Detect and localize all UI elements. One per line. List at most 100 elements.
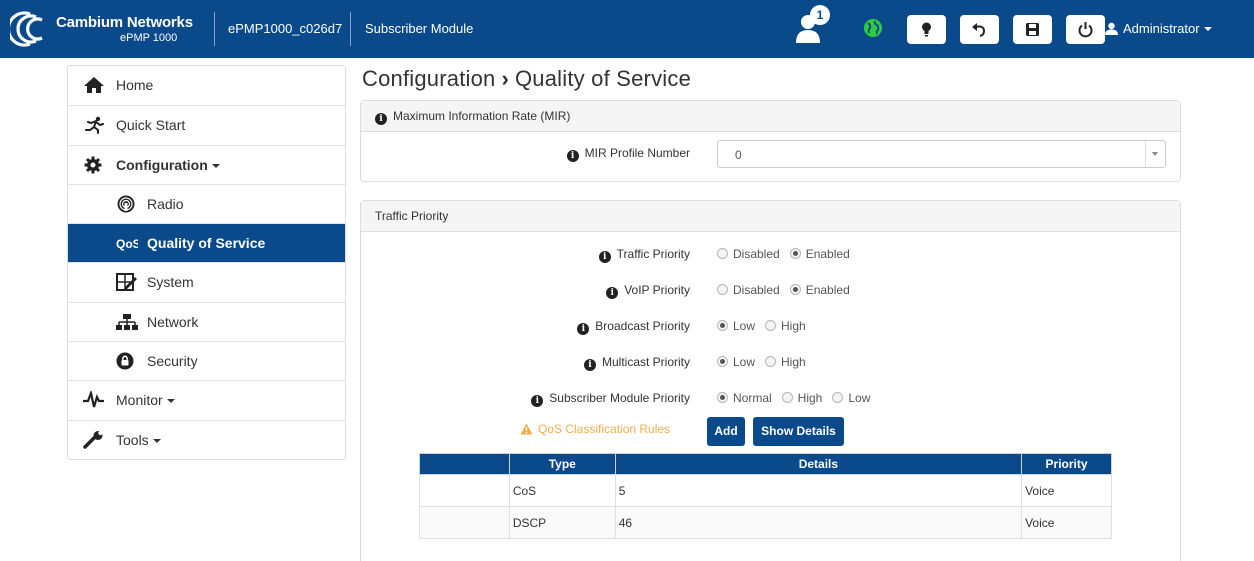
sidebar-item-label: Home [116,77,154,93]
chevron-right-icon: › [501,66,509,91]
add-rule-button[interactable]: Add [707,417,745,446]
sidebar-item-home[interactable]: Home [68,66,345,105]
svg-text:QoS: QoS [116,237,138,251]
field-label: i VoIP Priority [606,283,690,299]
column-header-priority: Priority [1021,453,1112,475]
radio-button-checked-icon [789,248,801,259]
sidebar-item-quick-start[interactable]: Quick Start [68,105,345,144]
sidebar-item-configuration[interactable]: Configuration [68,144,345,184]
brand[interactable]: Cambium Networks ePMP 1000 [10,8,205,50]
sidebar-item-label: Radio [147,195,184,212]
lightbulb-button[interactable] [907,15,946,44]
device-mode: Subscriber Module [365,21,474,36]
sidebar-item-label: System [147,274,194,291]
broadcast-priority-row: i Broadcast Priority Low High [361,314,1182,338]
radio-button-icon [765,320,777,331]
brand-model: ePMP 1000 [120,32,178,44]
mir-panel-heading: i Maximum Information Rate (MIR) [361,101,1180,132]
brand-name: Cambium Networks [56,14,193,31]
radio-enabled[interactable]: Enabled [789,283,850,297]
home-icon [84,77,104,93]
details-cell: 5 [614,474,1023,507]
priority-cell: Voice [1021,506,1112,539]
save-icon [1026,23,1039,36]
radio-button-checked-icon [717,392,728,403]
row-select-cell[interactable] [419,506,510,539]
radio-low[interactable]: Low [717,319,755,333]
sidebar: Home Quick Start Configuration Radio QoS… [67,65,346,460]
system-icon [116,273,137,292]
lock-icon [116,352,134,370]
radio-disabled[interactable]: Disabled [717,247,780,261]
traffic-priority-panel: Traffic Priority i Traffic Priority Disab… [360,200,1181,561]
save-button[interactable] [1013,15,1052,44]
mir-profile-value: 0 [735,148,742,162]
undo-button[interactable] [960,15,999,44]
qos-rules-label: QoS Classification Rules [520,422,670,436]
power-button[interactable] [1066,15,1105,44]
sidebar-item-label: Network [147,313,199,330]
qos-icon: QoS [116,237,138,251]
divider [214,12,215,46]
chevron-down-icon [166,399,175,404]
undo-icon [972,23,986,37]
row-select-cell[interactable] [419,474,510,507]
radio-normal[interactable]: Normal [717,391,772,405]
mir-profile-label: i MIR Profile Number [566,146,690,162]
radio-low[interactable]: Low [717,355,755,369]
sm-priority-row: i Subscriber Module Priority Normal High Lo… [361,386,1182,410]
sidebar-item-network[interactable]: Network [68,301,345,341]
power-icon [1078,22,1093,38]
radio-group: Disabled Enabled [717,283,860,297]
sidebar-item-tools[interactable]: Tools [68,419,345,459]
mir-profile-select[interactable]: 0 [717,140,1166,168]
info-icon[interactable]: i [375,113,387,125]
chevron-down-icon [1145,141,1165,167]
table-row[interactable]: CoS 5 Voice [419,474,1112,507]
radio-low[interactable]: Low [832,391,870,405]
details-cell: 46 [614,506,1023,539]
type-cell: CoS [508,474,616,507]
field-label: i Traffic Priority [598,247,690,263]
table-row[interactable]: DSCP 46 Voice [419,506,1112,539]
traffic-priority-row: i Traffic Priority Disabled Enabled [361,242,1182,266]
sidebar-item-monitor[interactable]: Monitor [68,380,345,419]
field-label: i Subscriber Module Priority [531,391,690,407]
radio-button-icon [717,284,728,295]
show-details-button[interactable]: Show Details [753,417,844,446]
sidebar-item-radio[interactable]: Radio [68,183,345,223]
field-label: i Multicast Priority [583,355,690,371]
radio-high[interactable]: High [765,319,806,333]
info-icon[interactable]: i [598,251,611,263]
divider [350,12,351,46]
radio-group: Normal High Low [717,391,880,405]
device-name: ePMP1000_c026d7 [228,21,343,36]
sidebar-item-quality-of-service[interactable]: QoS Quality of Service [68,223,345,263]
radio-high[interactable]: High [765,355,806,369]
field-label: i Broadcast Priority [577,319,690,335]
info-icon[interactable]: i [566,150,579,162]
info-icon[interactable]: i [531,395,544,407]
cambium-logo-icon [10,11,43,47]
wrench-icon [83,430,103,449]
gear-icon [84,156,102,174]
type-cell: DSCP [508,506,616,539]
radio-disabled[interactable]: Disabled [717,283,780,297]
chevron-down-icon [152,438,161,443]
sidebar-item-system[interactable]: System [68,262,345,301]
user-menu[interactable]: Administrator [1105,21,1212,36]
sidebar-item-label: Tools [116,432,161,448]
mir-panel: i Maximum Information Rate (MIR) i MIR Pro… [360,100,1181,182]
sidebar-item-label: Configuration [116,157,220,173]
radio-high[interactable]: High [781,391,822,405]
radio-button-icon [832,392,844,403]
sidebar-item-security[interactable]: Security [68,341,345,380]
radio-icon [117,195,135,213]
info-icon[interactable]: i [577,323,590,335]
radio-enabled[interactable]: Enabled [789,247,850,261]
info-icon[interactable]: i [583,359,596,371]
table-header-row: Type Details Priority [419,453,1112,475]
info-icon[interactable]: i [606,287,619,299]
network-icon [116,313,138,330]
globe-status-icon[interactable] [863,18,883,38]
